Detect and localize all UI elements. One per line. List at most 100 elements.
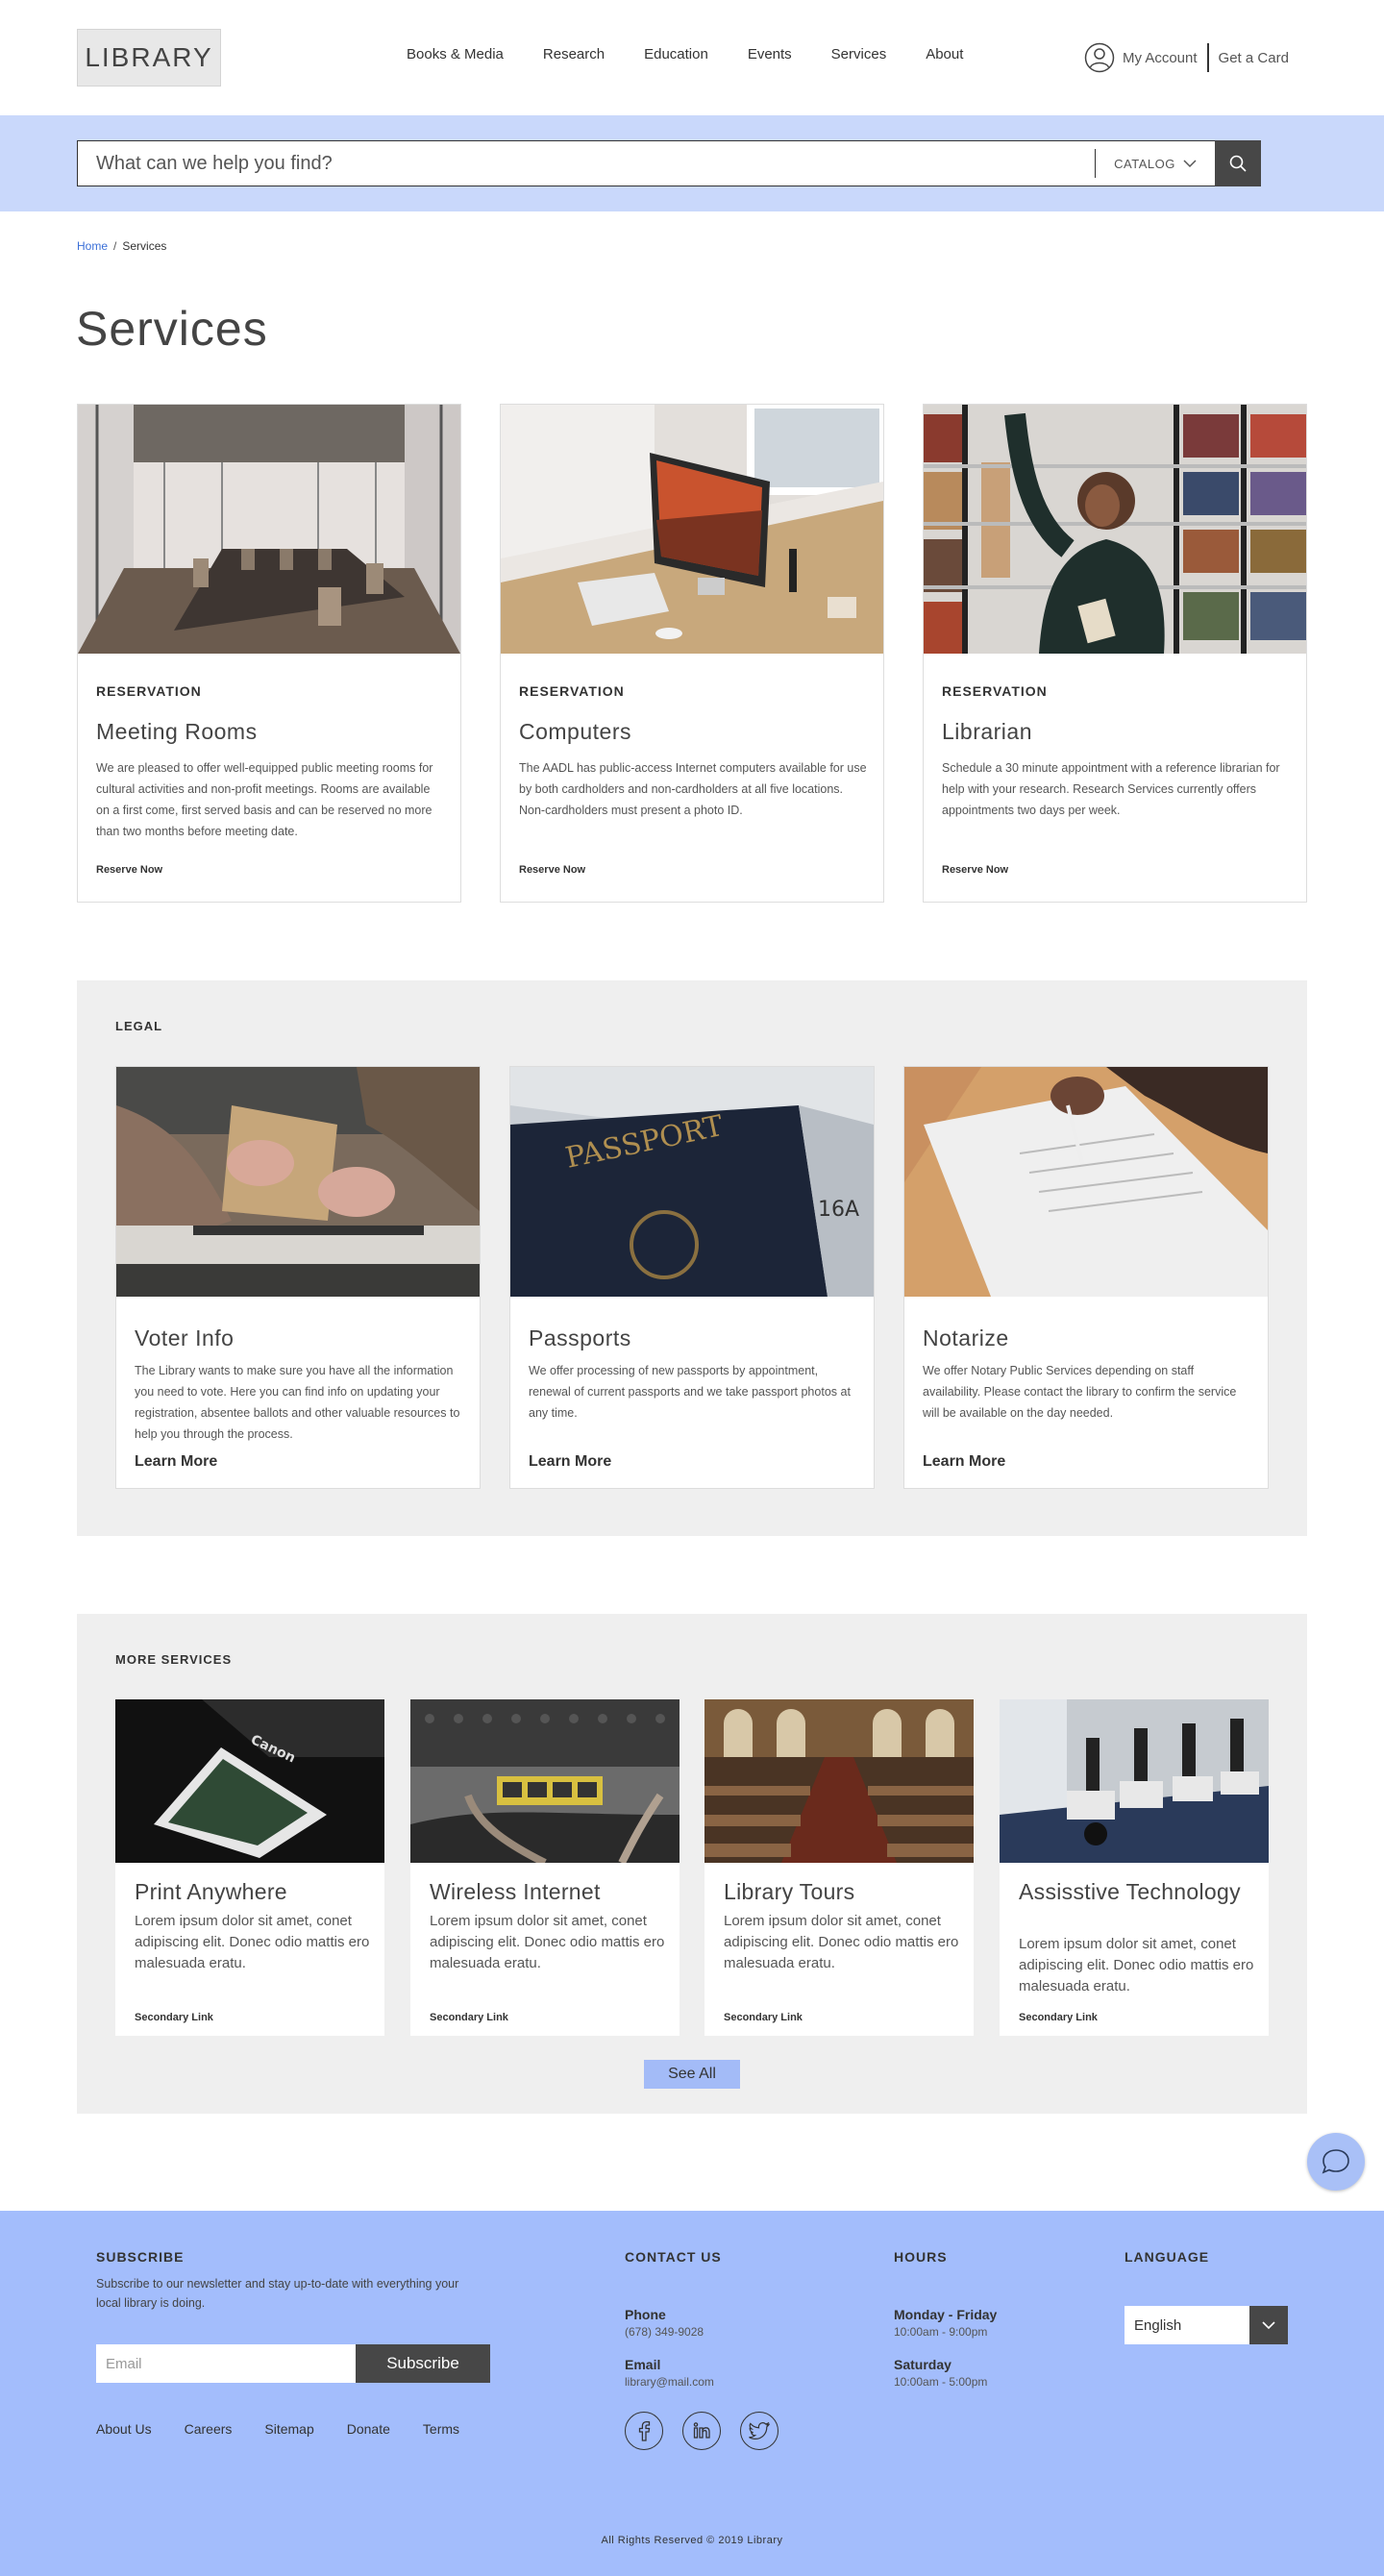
card-title: Print Anywhere	[135, 1879, 287, 1904]
learn-more-link[interactable]: Learn More	[135, 1453, 217, 1471]
card-description: The AADL has public-access Internet comp…	[519, 761, 867, 817]
breadcrumb-separator: /	[113, 239, 117, 253]
card-description: We offer processing of new passports by …	[529, 1364, 851, 1420]
email-address[interactable]: library@mail.com	[625, 2375, 714, 2389]
search-box: CATALOG	[77, 140, 1261, 186]
phone-label: Phone	[625, 2307, 666, 2322]
legal-section: LEGAL Voter Info The Library wants to ma…	[77, 980, 1307, 1536]
linkedin-icon	[693, 2422, 710, 2439]
card-kicker: RESERVATION	[96, 683, 202, 699]
card-title: Notarize	[923, 1325, 1009, 1350]
card-title: Meeting Rooms	[96, 719, 258, 744]
card-title: Voter Info	[135, 1325, 235, 1350]
search-scope-label: CATALOG	[1114, 156, 1175, 171]
nav-education[interactable]: Education	[644, 46, 708, 62]
nav-research[interactable]: Research	[543, 46, 605, 62]
chevron-down-icon	[1183, 159, 1197, 167]
reservation-card-librarian: RESERVATION Librarian Schedule a 30 minu…	[923, 404, 1307, 903]
nav-services[interactable]: Services	[831, 46, 887, 62]
see-all-button[interactable]: See All	[644, 2060, 740, 2089]
facebook-link[interactable]	[625, 2412, 663, 2450]
subscribe-button[interactable]: Subscribe	[356, 2344, 490, 2383]
secondary-link[interactable]: Secondary Link	[724, 2012, 803, 2023]
search-input[interactable]	[78, 141, 1095, 186]
card-kicker: RESERVATION	[942, 683, 1048, 699]
footer-links: About Us Careers Sitemap Donate Terms	[96, 2421, 492, 2437]
reserve-now-link[interactable]: Reserve Now	[96, 864, 162, 876]
search-button[interactable]	[1215, 140, 1261, 186]
reservation-card-meeting-rooms: RESERVATION Meeting Rooms We are pleased…	[77, 404, 461, 903]
user-icon[interactable]	[1084, 42, 1115, 73]
saturday-label: Saturday	[894, 2357, 952, 2372]
legal-card-voter-info: Voter Info The Library wants to make sur…	[115, 1066, 481, 1489]
section-label: MORE SERVICES	[115, 1652, 233, 1667]
card-title: Computers	[519, 719, 631, 744]
secondary-link[interactable]: Secondary Link	[1019, 2012, 1098, 2023]
card-title: Assisstive Technology	[1019, 1879, 1241, 1904]
router-image	[410, 1699, 680, 1863]
more-services-section: MORE SERVICES Canon Print Anywhere Lorem…	[77, 1614, 1307, 2114]
main-nav: Books & Media Research Education Events …	[407, 46, 1002, 62]
card-title: Librarian	[942, 719, 1032, 744]
contact-heading: CONTACT US	[625, 2249, 722, 2265]
chat-button[interactable]	[1307, 2133, 1365, 2191]
footer-link-sitemap[interactable]: Sitemap	[264, 2421, 313, 2437]
printer-image: Canon	[115, 1699, 384, 1863]
footer-link-careers[interactable]: Careers	[185, 2421, 233, 2437]
footer-link-donate[interactable]: Donate	[347, 2421, 390, 2437]
linkedin-link[interactable]	[682, 2412, 721, 2450]
section-label: LEGAL	[115, 1019, 163, 1033]
language-value: English	[1134, 2316, 1182, 2334]
copyright: All Rights Reserved © 2019 Library	[601, 2535, 783, 2546]
footer-link-terms[interactable]: Terms	[423, 2421, 459, 2437]
card-title: Wireless Internet	[430, 1879, 601, 1904]
learn-more-link[interactable]: Learn More	[529, 1453, 611, 1471]
nav-books-media[interactable]: Books & Media	[407, 46, 504, 62]
passport-image: PASSPORT 16A	[510, 1067, 874, 1297]
nav-events[interactable]: Events	[748, 46, 792, 62]
search-scope-dropdown[interactable]: CATALOG	[1096, 157, 1215, 171]
twitter-link[interactable]	[740, 2412, 778, 2450]
reserve-now-link[interactable]: Reserve Now	[942, 864, 1008, 876]
reading-room-image	[704, 1699, 974, 1863]
language-select[interactable]: English	[1124, 2306, 1288, 2344]
card-kicker: RESERVATION	[519, 683, 625, 699]
hours-heading: HOURS	[894, 2249, 948, 2265]
weekday-label: Monday - Friday	[894, 2307, 998, 2322]
email-field[interactable]	[96, 2344, 356, 2383]
phone-number[interactable]: (678) 349-9028	[625, 2325, 704, 2339]
library-logo[interactable]: LIBRARY	[77, 29, 221, 87]
card-description: Schedule a 30 minute appointment with a …	[942, 761, 1280, 817]
card-title: Passports	[529, 1325, 631, 1350]
card-description: Lorem ipsum dolor sit amet, conet adipis…	[1019, 1936, 1254, 1994]
twitter-icon	[749, 2422, 770, 2440]
search-band: CATALOG	[0, 115, 1384, 211]
language-dropdown-toggle[interactable]	[1249, 2306, 1288, 2344]
footer-link-about-us[interactable]: About Us	[96, 2421, 152, 2437]
get-card-link[interactable]: Get a Card	[1219, 50, 1289, 66]
reserve-now-link[interactable]: Reserve Now	[519, 864, 585, 876]
my-account-link[interactable]: My Account	[1123, 50, 1198, 66]
search-icon	[1229, 155, 1247, 172]
microscopes-image	[1000, 1699, 1269, 1863]
librarian-bookshelf-image	[924, 405, 1306, 654]
breadcrumb-home[interactable]: Home	[77, 239, 108, 253]
svg-text:16A: 16A	[818, 1198, 859, 1222]
service-card-print-anywhere: Canon Print Anywhere Lorem ipsum dolor s…	[115, 1699, 384, 2036]
computer-desk-image	[501, 405, 883, 654]
account-area: My Account Get a Card	[1084, 42, 1289, 73]
card-title: Library Tours	[724, 1879, 855, 1904]
site-footer: SUBSCRIBE Subscribe to our newsletter an…	[0, 2211, 1384, 2576]
subscribe-text: Subscribe to our newsletter and stay up-…	[96, 2277, 459, 2310]
notary-document-image	[904, 1067, 1268, 1297]
learn-more-link[interactable]: Learn More	[923, 1453, 1005, 1471]
service-card-wireless-internet: Wireless Internet Lorem ipsum dolor sit …	[410, 1699, 680, 2036]
secondary-link[interactable]: Secondary Link	[430, 2012, 508, 2023]
card-description: We offer Notary Public Services dependin…	[923, 1364, 1237, 1420]
breadcrumb: Home / Services	[77, 239, 166, 253]
subscribe-heading: SUBSCRIBE	[96, 2249, 185, 2265]
legal-card-passports: PASSPORT 16A Passports We offer processi…	[509, 1066, 875, 1489]
page-title: Services	[76, 302, 268, 356]
nav-about[interactable]: About	[926, 46, 963, 62]
secondary-link[interactable]: Secondary Link	[135, 2012, 213, 2023]
